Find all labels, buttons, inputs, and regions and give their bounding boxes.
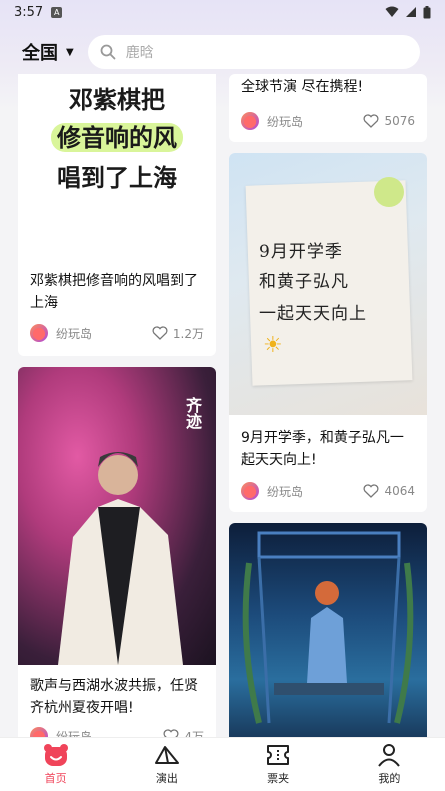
author-name: 纷玩岛 (56, 326, 93, 341)
notification-icon: A (51, 6, 63, 18)
card-image: 齐迹 (18, 367, 216, 665)
profile-icon (378, 744, 401, 767)
poster-line: 和黄子弘凡 (259, 272, 349, 292)
tab-label: 首页 (44, 772, 67, 785)
search-icon (100, 44, 116, 60)
article-card[interactable]: 全球节演 尽在携程! 纷玩岛 5076 (229, 74, 427, 142)
article-card[interactable]: 邓紫棋把 修音响的风 唱到了上海 邓紫棋把修音响的风唱到了上海 纷玩岛 1.2万 (18, 74, 216, 356)
tab-shows[interactable]: 演出 (111, 738, 222, 791)
tab-home[interactable]: 首页 (0, 738, 111, 791)
search-bar[interactable]: 鹿晗 (87, 35, 420, 69)
like-button[interactable]: 5076 (363, 114, 415, 128)
status-bar: 3:57 A (0, 0, 445, 24)
ticket-wallet-icon (267, 745, 290, 765)
status-time: 3:57 (14, 4, 44, 20)
tab-ticket-wallet[interactable]: 票夹 (223, 738, 334, 791)
author-avatar (241, 482, 259, 500)
like-button[interactable]: 1.2万 (152, 325, 204, 342)
card-image (229, 523, 427, 747)
card-title: 歌声与西湖水波共振，任贤齐杭州夏夜开唱! (30, 678, 198, 716)
sticker-circle (374, 177, 404, 207)
bear-home-icon (43, 744, 68, 766)
region-selector[interactable]: 全国 ▼ (22, 39, 74, 65)
like-count: 5076 (384, 114, 415, 128)
caret-down-icon: ▼ (66, 46, 74, 58)
author-avatar (30, 324, 48, 342)
show-icon (154, 746, 179, 764)
like-count: 4064 (384, 484, 415, 498)
like-count: 1.2万 (172, 326, 204, 341)
article-card[interactable]: 9月开学季 和黄子弘凡 一起天天向上 ☀ 9月开学季，和黄子弘凡一起天天向上! … (229, 153, 427, 512)
card-title: 全球节演 尽在携程! (241, 79, 364, 95)
status-icons (385, 5, 431, 19)
card-image: 9月开学季 和黄子弘凡 一起天天向上 ☀ (229, 153, 427, 415)
region-label: 全国 (22, 43, 58, 64)
card-meta: 纷玩岛 5076 (241, 110, 415, 132)
author-name: 纷玩岛 (267, 114, 304, 129)
top-header: 全国 ▼ 鹿晗 (0, 34, 445, 70)
tab-label: 演出 (155, 772, 178, 785)
poster-line: 9月开学季 (259, 242, 343, 262)
wifi-icon (385, 6, 399, 17)
sun-icon: ☀ (263, 333, 283, 358)
author-avatar (241, 112, 259, 130)
card-meta: 纷玩岛 1.2万 (30, 322, 204, 344)
article-card[interactable]: 齐迹 歌声与西湖水波共振，任贤齐杭州夏夜开唱! 纷玩岛 4万 (18, 367, 216, 747)
stage-scene (242, 531, 414, 724)
bottom-tab-bar: 首页 演出 票夹 我的 (0, 737, 445, 791)
tab-label: 我的 (378, 772, 401, 785)
poster-line: 一起天天向上 (259, 304, 367, 324)
card-meta: 纷玩岛 4064 (241, 480, 415, 502)
poster-line-highlight: 修音响的风 (18, 118, 216, 153)
poster-line: 唱到了上海 (57, 163, 177, 192)
battery-icon (423, 5, 431, 18)
search-placeholder: 鹿晗 (125, 45, 154, 61)
card-title: 9月开学季，和黄子弘凡一起天天向上! (241, 430, 404, 468)
poster-text: 齐迹 (183, 397, 202, 429)
signal-icon (406, 7, 416, 17)
tab-profile[interactable]: 我的 (334, 738, 445, 791)
tab-label: 票夹 (267, 772, 290, 785)
heart-icon (152, 326, 168, 340)
article-card[interactable] (229, 523, 427, 747)
heart-icon (363, 114, 379, 128)
poster-line: 邓紫棋把 (69, 85, 165, 114)
card-title: 邓紫棋把修音响的风唱到了上海 (30, 273, 198, 311)
heart-icon (363, 484, 379, 498)
card-image: 邓紫棋把 修音响的风 唱到了上海 (18, 74, 216, 260)
like-button[interactable]: 4064 (363, 484, 415, 498)
author-name: 纷玩岛 (267, 484, 304, 499)
